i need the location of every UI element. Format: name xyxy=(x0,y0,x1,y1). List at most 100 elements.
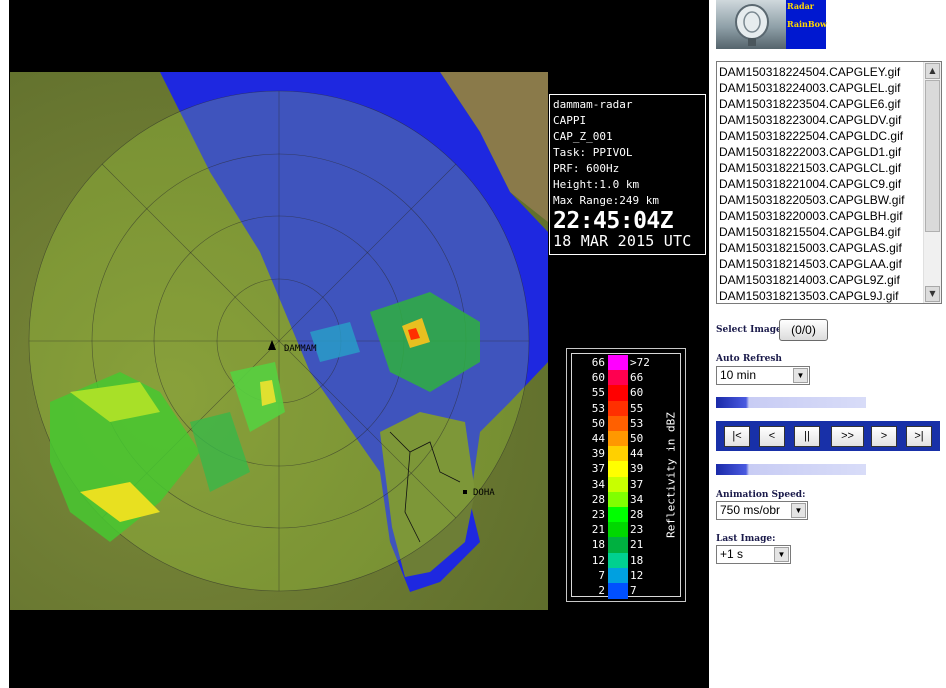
file-list-item[interactable]: DAM150318222003.CAPGLD1.gif xyxy=(719,144,904,160)
pause-button[interactable]: || xyxy=(794,426,820,447)
legend-row: 18 21 xyxy=(567,537,647,554)
file-list-item[interactable]: DAM150318215504.CAPGLB4.gif xyxy=(719,224,904,240)
file-items: DAM150318224504.CAPGLEY.gif DAM1503182240… xyxy=(719,64,904,303)
file-list-item[interactable]: DAM150318221004.CAPGLC9.gif xyxy=(719,176,904,192)
play-button[interactable]: >> xyxy=(831,426,864,447)
legend-row: 27 xyxy=(567,583,647,599)
chevron-down-icon[interactable]: ▼ xyxy=(791,503,806,518)
product-code: CAP_Z_001 xyxy=(553,130,613,143)
max-range: Max Range:249 km xyxy=(553,194,659,207)
city-label: DOHA xyxy=(473,488,495,498)
file-list-scrollbar[interactable]: ▲ ▼ xyxy=(923,62,941,303)
last-image-label: Last Image: xyxy=(716,534,776,544)
legend-low-value: 66 xyxy=(591,356,605,369)
legend-row: 60 66 xyxy=(567,370,647,387)
legend-high-value: 66 xyxy=(630,371,644,385)
last-image-select[interactable]: +1 s ▼ xyxy=(716,545,791,564)
logo: Radar RainBow xyxy=(716,0,827,49)
legend-color-swatch xyxy=(608,431,628,447)
select-images-button[interactable]: (0/0) xyxy=(779,319,828,341)
legend-high-value: 23 xyxy=(630,523,644,537)
radar-dish-image xyxy=(716,0,786,49)
radar-viewer: DAMMAM DOHA dammam-radar CAPPI CAP_Z_001… xyxy=(0,0,709,688)
legend-row: 21 23 xyxy=(567,522,647,539)
file-list-item[interactable]: DAM150318220003.CAPGLBH.gif xyxy=(719,208,904,224)
legend-high-value: 28 xyxy=(630,508,644,521)
legend-high-value: 60 xyxy=(630,386,644,400)
chevron-down-icon[interactable]: ▼ xyxy=(793,368,808,383)
legend-row: 28 34 xyxy=(567,491,647,508)
legend-color-swatch xyxy=(608,537,628,554)
animation-speed-select[interactable]: 750 ms/obr ▼ xyxy=(716,501,808,520)
auto-refresh-select[interactable]: 10 min ▼ xyxy=(716,366,810,385)
legend-row: 39 44 xyxy=(567,446,647,463)
animation-nav-bar: |< < || >> > >| xyxy=(716,421,940,451)
animation-speed-label: Animation Speed: xyxy=(716,490,806,500)
scroll-thumb[interactable] xyxy=(925,80,940,232)
legend-row: 66 >72 xyxy=(567,355,650,371)
legend-color-swatch xyxy=(608,522,628,539)
file-list-item[interactable]: DAM150318221503.CAPGLCL.gif xyxy=(719,160,904,176)
prf: PRF: 600Hz xyxy=(553,162,620,175)
previous-image-button[interactable]: < xyxy=(759,426,785,447)
file-list-item[interactable]: DAM150318224003.CAPGLEL.gif xyxy=(719,80,904,96)
legend-color-swatch xyxy=(608,507,628,523)
logo-text-radar: Radar xyxy=(787,1,815,11)
legend-high-value: >72 xyxy=(630,356,650,369)
chevron-down-icon[interactable]: ▼ xyxy=(774,547,789,562)
legend-color-swatch xyxy=(608,385,628,402)
file-list-item[interactable]: DAM150318223004.CAPGLDV.gif xyxy=(719,112,904,128)
file-list-item[interactable]: DAM150318213503.CAPGL9J.gif xyxy=(719,288,904,303)
legend-color-swatch xyxy=(608,446,628,463)
file-list-item[interactable]: DAM150318223504.CAPGLE6.gif xyxy=(719,96,904,112)
legend-color-swatch xyxy=(608,355,628,371)
legend-high-value: 37 xyxy=(630,477,644,491)
legend-low-value: 44 xyxy=(591,432,605,445)
last-image-button[interactable]: >| xyxy=(906,426,932,447)
legend-low-value: 7 xyxy=(598,568,605,582)
legend-high-value: 21 xyxy=(630,538,644,552)
legend-low-value: 18 xyxy=(591,538,605,552)
legend-row: 12 18 xyxy=(567,552,647,569)
file-list-item[interactable]: DAM150318214003.CAPGL9Z.gif xyxy=(719,272,904,288)
legend-unit-label: Reflectivity in dBZ xyxy=(664,412,678,538)
legend-row: 37 39 xyxy=(567,461,647,478)
file-list-item[interactable]: DAM150318215003.CAPGLAS.gif xyxy=(719,240,904,256)
radar-map: DAMMAM DOHA xyxy=(10,72,548,610)
legend-row: 55 60 xyxy=(567,385,647,402)
animation-speed-value: 750 ms/obr xyxy=(720,503,781,517)
file-list-item[interactable]: DAM150318214503.CAPGLAA.gif xyxy=(719,256,904,272)
product-name: CAPPI xyxy=(553,114,587,127)
file-list-item[interactable]: DAM150318220503.CAPGLBW.gif xyxy=(719,192,904,208)
legend-high-value: 12 xyxy=(630,568,644,582)
file-list-item[interactable]: DAM150318222504.CAPGLDC.gif xyxy=(719,128,904,144)
date: 18 MAR 2015 UTC xyxy=(553,232,692,250)
legend-color-swatch xyxy=(608,583,628,599)
legend-low-value: 12 xyxy=(591,553,605,567)
legend-color-swatch xyxy=(608,552,628,569)
scroll-up-icon[interactable]: ▲ xyxy=(925,63,940,79)
legend-low-value: 37 xyxy=(591,462,605,476)
task: Task: PPIVOL xyxy=(553,146,633,159)
legend-color-swatch xyxy=(608,461,628,478)
legend-row: 23 28 xyxy=(567,507,647,523)
legend-low-value: 34 xyxy=(591,477,605,491)
next-image-button[interactable]: > xyxy=(871,426,897,447)
first-image-button[interactable]: |< xyxy=(724,426,750,447)
scroll-down-icon[interactable]: ▼ xyxy=(925,286,940,302)
legend-color-swatch xyxy=(608,491,628,508)
legend-row: 34 37 xyxy=(567,476,647,493)
image-file-list[interactable]: DAM150318224504.CAPGLEY.gif DAM1503182240… xyxy=(716,61,942,304)
progress-bar-top xyxy=(716,397,866,408)
legend-low-value: 53 xyxy=(591,401,605,415)
reflectivity-legend: 66 >72 60 66 55 60 53 55 50 53 44 50 39 44 37 39 34 37 28 3… xyxy=(566,348,686,602)
radar-image xyxy=(10,72,548,610)
legend-color-swatch xyxy=(608,400,628,417)
legend-high-value: 18 xyxy=(630,553,644,567)
legend-low-value: 2 xyxy=(598,584,605,597)
legend-low-value: 55 xyxy=(591,386,605,400)
legend-low-value: 28 xyxy=(591,492,605,506)
city-marker xyxy=(463,490,467,494)
legend-low-value: 21 xyxy=(591,523,605,537)
file-list-item[interactable]: DAM150318224504.CAPGLEY.gif xyxy=(719,64,904,80)
